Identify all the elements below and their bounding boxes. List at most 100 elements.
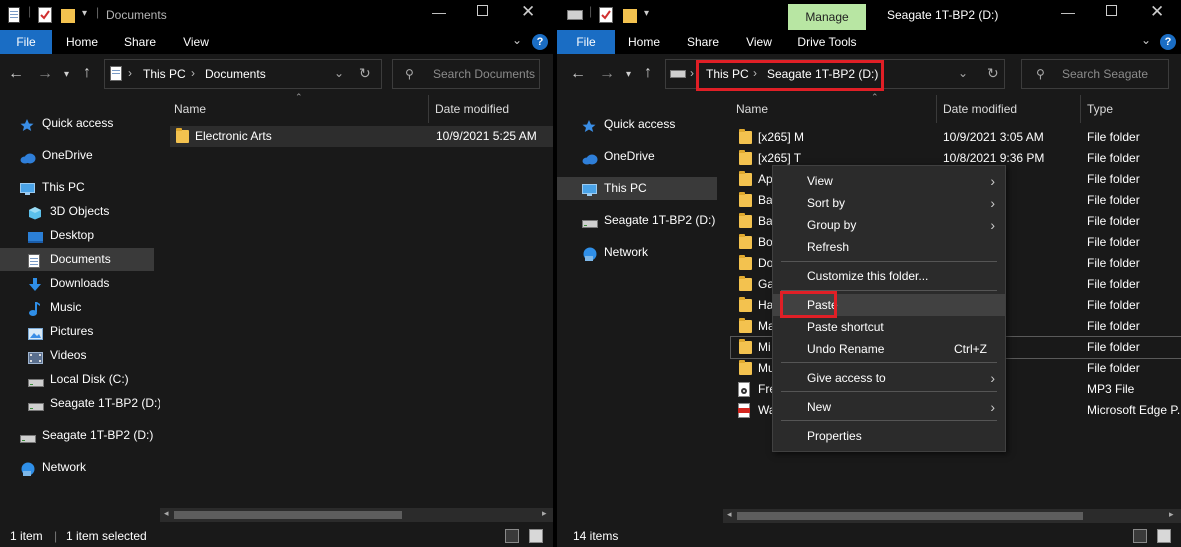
forward-arrow-icon[interactable]: →: [599, 66, 615, 82]
column-header-date-modified[interactable]: Date modified: [943, 95, 1017, 123]
back-arrow-icon[interactable]: ←: [8, 66, 24, 82]
details-view-icon[interactable]: [1133, 529, 1147, 543]
properties-icon[interactable]: [38, 7, 52, 23]
qat-dropdown-icon[interactable]: ▾: [82, 8, 87, 19]
scrollbar-thumb[interactable]: [737, 512, 1083, 520]
large-icons-view-icon[interactable]: [529, 529, 543, 543]
tab-manage[interactable]: Manage: [788, 4, 866, 30]
scroll-right-icon[interactable]: ▸: [1169, 509, 1174, 520]
sidebar-item[interactable]: Seagate 1T-BP2 (D:): [557, 209, 717, 232]
details-view-icon[interactable]: [505, 529, 519, 543]
menu-item-refresh[interactable]: Refresh: [773, 236, 1005, 258]
sidebar-item[interactable]: Quick access: [0, 112, 154, 135]
tab-share[interactable]: Share: [679, 30, 727, 54]
sidebar-item[interactable]: OneDrive: [0, 144, 154, 167]
menu-item-new[interactable]: New ›: [773, 396, 1005, 418]
minimize-button[interactable]: —: [1061, 4, 1075, 20]
breadcrumb-this-pc[interactable]: This PC: [143, 67, 186, 81]
back-arrow-icon[interactable]: ←: [570, 66, 586, 82]
sidebar-item[interactable]: OneDrive: [557, 145, 717, 168]
scrollbar-thumb[interactable]: [174, 511, 402, 519]
cloud-icon: [582, 150, 598, 165]
sidebar-item[interactable]: Videos: [0, 344, 154, 367]
tab-view[interactable]: View: [735, 30, 783, 54]
sidebar-item[interactable]: Pictures: [0, 320, 154, 343]
address-bar[interactable]: › This PC › Documents ⌄ ↻: [104, 59, 382, 89]
breadcrumb-documents[interactable]: Documents: [205, 67, 266, 81]
sidebar-item[interactable]: Network: [557, 241, 717, 264]
search-input[interactable]: ⚲ Search Documents: [392, 59, 540, 89]
sidebar-item[interactable]: Local Disk (C:): [0, 368, 154, 391]
menu-item-group-by[interactable]: Group by ›: [773, 214, 1005, 236]
menu-item-customize-this-folder[interactable]: Customize this folder...: [773, 265, 1005, 287]
scroll-left-icon[interactable]: ◂: [727, 509, 732, 520]
address-dropdown-icon[interactable]: ⌄: [334, 66, 344, 80]
menu-item-undo-rename[interactable]: Undo Rename Ctrl+Z: [773, 338, 1005, 360]
new-folder-icon[interactable]: [61, 7, 75, 23]
menu-item-properties[interactable]: Properties: [773, 425, 1005, 447]
sidebar-item[interactable]: Seagate 1T-BP2 (D:): [0, 424, 154, 447]
column-divider[interactable]: [1080, 95, 1081, 123]
menu-item-label: Give access to: [807, 371, 886, 385]
column-header-name[interactable]: Name: [736, 95, 768, 123]
maximize-button[interactable]: [477, 5, 488, 16]
sidebar-item[interactable]: 3D Objects: [0, 200, 154, 223]
tab-share[interactable]: Share: [116, 30, 164, 54]
column-divider[interactable]: [428, 95, 429, 123]
horizontal-scrollbar[interactable]: ◂ ▸: [160, 508, 553, 522]
close-button[interactable]: ✕: [521, 2, 535, 22]
menu-item-sort-by[interactable]: Sort by ›: [773, 192, 1005, 214]
column-header-date-modified[interactable]: Date modified: [435, 95, 509, 123]
tab-drive-tools[interactable]: Drive Tools: [788, 30, 866, 54]
sidebar-item[interactable]: Network: [0, 456, 154, 479]
menu-item-view[interactable]: View ›: [773, 170, 1005, 192]
column-divider[interactable]: [936, 95, 937, 123]
help-icon[interactable]: ?: [532, 34, 548, 50]
sidebar-item[interactable]: This PC: [557, 177, 717, 200]
close-button[interactable]: ✕: [1150, 2, 1164, 22]
horizontal-scrollbar[interactable]: ◂ ▸: [723, 509, 1181, 523]
large-icons-view-icon[interactable]: [1157, 529, 1171, 543]
refresh-icon[interactable]: ↻: [359, 65, 371, 82]
sidebar-item[interactable]: This PC: [0, 176, 154, 199]
minimize-button[interactable]: —: [432, 4, 446, 20]
scroll-right-icon[interactable]: ▸: [542, 508, 547, 519]
menu-item-give-access-to[interactable]: Give access to ›: [773, 367, 1005, 389]
column-header-type[interactable]: Type: [1087, 95, 1113, 123]
table-row[interactable]: [x265] M 10/9/2021 3:05 AM File folder: [731, 127, 1181, 148]
tab-file[interactable]: File: [0, 30, 52, 54]
menu-item-label: New: [807, 400, 832, 414]
recent-locations-icon[interactable]: ▾: [64, 67, 69, 83]
menu-item-paste-shortcut[interactable]: Paste shortcut: [773, 316, 1005, 338]
scroll-left-icon[interactable]: ◂: [164, 508, 169, 519]
new-folder-icon[interactable]: [623, 7, 637, 23]
refresh-icon[interactable]: ↻: [987, 65, 999, 82]
search-input[interactable]: ⚲ Search Seagate 1T...: [1021, 59, 1169, 109]
help-icon[interactable]: ?: [1160, 34, 1176, 50]
address-dropdown-icon[interactable]: ⌄: [958, 66, 968, 80]
up-arrow-icon[interactable]: ↑: [83, 65, 91, 81]
sidebar-item[interactable]: Documents: [0, 248, 154, 271]
sidebar-item[interactable]: Downloads: [0, 272, 154, 295]
tab-view[interactable]: View: [172, 30, 220, 54]
recent-locations-icon[interactable]: ▾: [626, 67, 631, 83]
sidebar-item[interactable]: Quick access: [557, 113, 717, 136]
file-name: Electronic Arts: [195, 129, 272, 143]
pictures-icon: [28, 325, 43, 340]
up-arrow-icon[interactable]: ↑: [644, 65, 652, 81]
properties-icon[interactable]: [599, 7, 613, 23]
item-count: 1 item: [10, 529, 43, 543]
tab-home[interactable]: Home: [58, 30, 106, 54]
tab-home[interactable]: Home: [620, 30, 668, 54]
qat-dropdown-icon[interactable]: ▾: [644, 8, 649, 19]
column-header-name[interactable]: Name: [174, 95, 206, 123]
list-item[interactable]: Electronic Arts 10/9/2021 5:25 AM: [170, 126, 553, 147]
ribbon-expand-icon[interactable]: ⌄: [512, 33, 522, 47]
ribbon-expand-icon[interactable]: ⌄: [1141, 33, 1151, 47]
tab-file[interactable]: File: [557, 30, 615, 54]
sidebar-item[interactable]: Seagate 1T-BP2 (D:): [0, 392, 161, 415]
sidebar-item[interactable]: Desktop: [0, 224, 154, 247]
forward-arrow-icon[interactable]: →: [37, 66, 53, 82]
sidebar-item[interactable]: Music: [0, 296, 154, 319]
maximize-button[interactable]: [1106, 5, 1117, 16]
